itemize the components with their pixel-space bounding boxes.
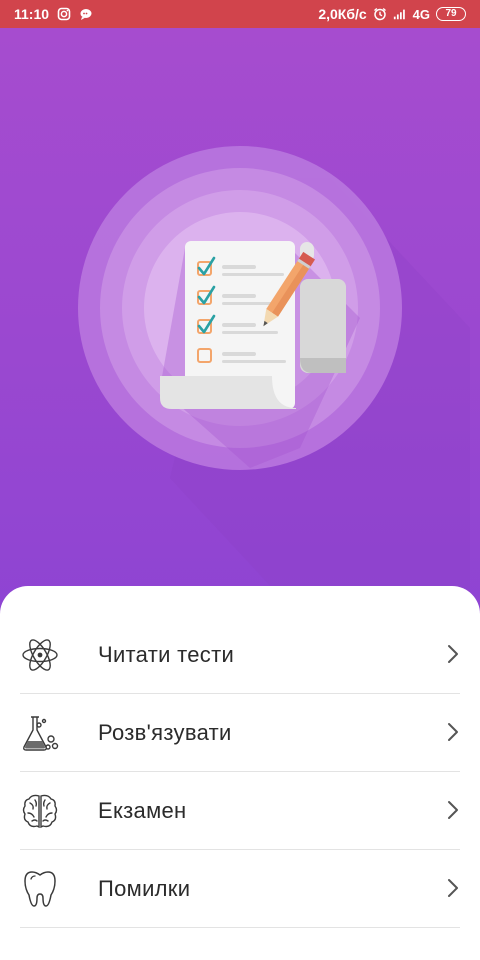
atom-icon [22, 639, 58, 671]
chevron-right-icon [448, 879, 458, 897]
chevron-right-icon [448, 801, 458, 819]
network-speed: 2,0Кб/с [318, 6, 367, 22]
menu-item-label: Екзамен [98, 798, 187, 823]
menu-item-label: Розв'язувати [98, 720, 232, 745]
clock: 11:10 [14, 6, 50, 22]
chevron-right-icon [448, 645, 458, 663]
lab-flask-icon [23, 716, 59, 751]
network-type: 4G [412, 6, 430, 22]
status-bar-left: 11:10 [14, 6, 93, 22]
menu-sheet: Читати тести Розв'язувати Екзамен Помилк… [0, 586, 480, 960]
menu-item-read-tests[interactable]: Читати тести [20, 616, 460, 694]
menu-item-label: Читати тести [98, 642, 235, 667]
battery-indicator: 79 [436, 7, 466, 21]
brain-icon [22, 794, 58, 829]
menu-item-mistakes[interactable]: Помилки [20, 850, 460, 928]
checklist-illustration [78, 146, 470, 618]
chat-bubble-icon [80, 9, 92, 20]
menu-item-label: Помилки [98, 876, 191, 901]
alarm-icon [373, 7, 386, 21]
menu-item-solve[interactable]: Розв'язувати [20, 694, 460, 772]
status-bar: 11:10 2,0Кб/с 4G 79 [0, 0, 480, 28]
status-bar-right: 2,0Кб/с 4G 79 [318, 6, 466, 22]
signal-icon [393, 9, 405, 20]
main-menu: Читати тести Розв'язувати Екзамен Помилк… [0, 616, 480, 928]
hero-banner [0, 28, 480, 618]
tooth-icon [24, 871, 56, 907]
menu-item-exam[interactable]: Екзамен [20, 772, 460, 850]
chevron-right-icon [448, 723, 458, 741]
instagram-icon [57, 7, 71, 21]
